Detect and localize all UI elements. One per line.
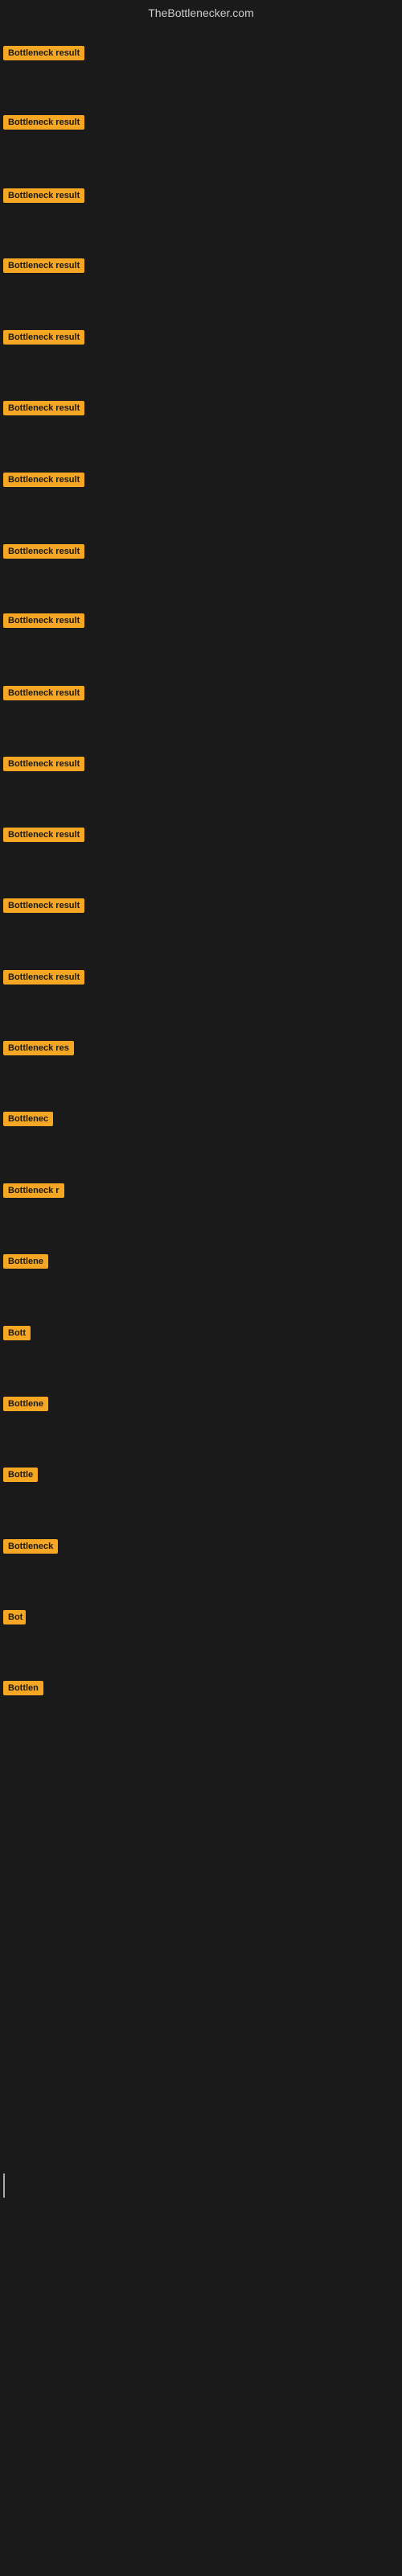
result-row-19: Bott — [3, 1326, 31, 1344]
result-row-1: Bottleneck result — [3, 46, 84, 64]
result-row-13: Bottleneck result — [3, 898, 84, 917]
site-title: TheBottlenecker.com — [0, 0, 402, 26]
bottleneck-badge-23[interactable]: Bot — [3, 1610, 26, 1624]
bottleneck-badge-5[interactable]: Bottleneck result — [3, 330, 84, 345]
result-row-2: Bottleneck result — [3, 115, 84, 134]
result-row-10: Bottleneck result — [3, 686, 84, 704]
result-row-22: Bottleneck — [3, 1539, 58, 1558]
result-row-23: Bot — [3, 1610, 26, 1629]
bottleneck-badge-21[interactable]: Bottle — [3, 1468, 38, 1482]
result-row-14: Bottleneck result — [3, 970, 84, 989]
bottleneck-badge-14[interactable]: Bottleneck result — [3, 970, 84, 985]
bottleneck-badge-7[interactable]: Bottleneck result — [3, 473, 84, 487]
bottleneck-badge-19[interactable]: Bott — [3, 1326, 31, 1340]
result-row-20: Bottlene — [3, 1397, 48, 1415]
bottleneck-badge-24[interactable]: Bottlen — [3, 1681, 43, 1695]
result-row-11: Bottleneck result — [3, 757, 84, 775]
cursor-line — [3, 2174, 5, 2198]
result-row-24: Bottlen — [3, 1681, 43, 1699]
result-row-4: Bottleneck result — [3, 258, 84, 277]
bottleneck-badge-2[interactable]: Bottleneck result — [3, 115, 84, 130]
bottleneck-badge-22[interactable]: Bottleneck — [3, 1539, 58, 1554]
result-row-17: Bottleneck r — [3, 1183, 64, 1202]
result-row-5: Bottleneck result — [3, 330, 84, 349]
result-row-21: Bottle — [3, 1468, 38, 1486]
bottleneck-badge-3[interactable]: Bottleneck result — [3, 188, 84, 203]
result-row-18: Bottlene — [3, 1254, 48, 1273]
bottleneck-badge-1[interactable]: Bottleneck result — [3, 46, 84, 60]
result-row-7: Bottleneck result — [3, 473, 84, 491]
bottleneck-badge-9[interactable]: Bottleneck result — [3, 613, 84, 628]
bottleneck-badge-6[interactable]: Bottleneck result — [3, 401, 84, 415]
bottleneck-badge-20[interactable]: Bottlene — [3, 1397, 48, 1411]
result-row-16: Bottlenec — [3, 1112, 53, 1130]
bottleneck-badge-17[interactable]: Bottleneck r — [3, 1183, 64, 1198]
bottleneck-badge-16[interactable]: Bottlenec — [3, 1112, 53, 1126]
bottleneck-badge-18[interactable]: Bottlene — [3, 1254, 48, 1269]
result-row-8: Bottleneck result — [3, 544, 84, 563]
bottleneck-badge-15[interactable]: Bottleneck res — [3, 1041, 74, 1055]
bottleneck-badge-12[interactable]: Bottleneck result — [3, 828, 84, 842]
result-row-6: Bottleneck result — [3, 401, 84, 419]
bottleneck-badge-8[interactable]: Bottleneck result — [3, 544, 84, 559]
result-row-12: Bottleneck result — [3, 828, 84, 846]
bottleneck-badge-4[interactable]: Bottleneck result — [3, 258, 84, 273]
bottleneck-badge-10[interactable]: Bottleneck result — [3, 686, 84, 700]
result-row-9: Bottleneck result — [3, 613, 84, 632]
bottleneck-badge-13[interactable]: Bottleneck result — [3, 898, 84, 913]
result-row-15: Bottleneck res — [3, 1041, 74, 1059]
bottleneck-badge-11[interactable]: Bottleneck result — [3, 757, 84, 771]
result-row-3: Bottleneck result — [3, 188, 84, 207]
